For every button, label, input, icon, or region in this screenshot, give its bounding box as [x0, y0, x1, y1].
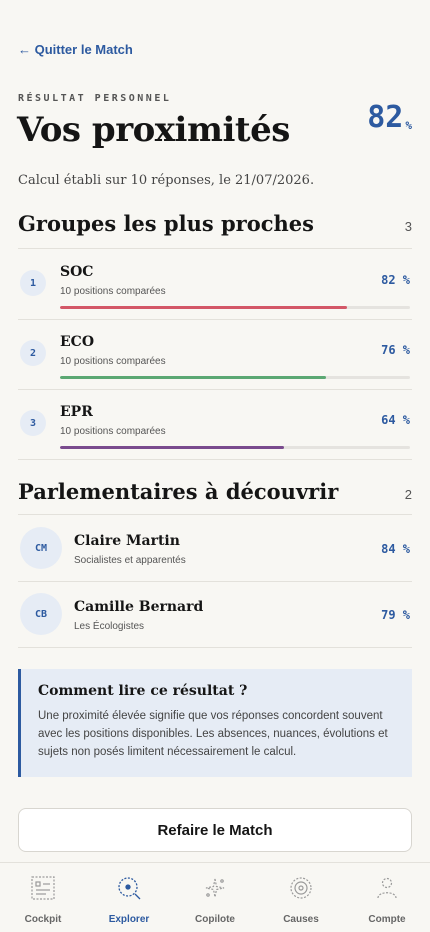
explorer-icon [116, 875, 142, 906]
avatar: CM [20, 527, 62, 569]
quit-match-link[interactable]: ← Quitter le Match [18, 42, 133, 57]
tab-label: Compte [368, 914, 406, 925]
score-unit: % [405, 119, 412, 132]
tab-label: Causes [283, 914, 319, 925]
avatar: CB [20, 593, 62, 635]
tab-cockpit[interactable]: Cockpit [0, 863, 86, 925]
proximity-bar [60, 376, 410, 379]
proximity-bar [60, 306, 410, 309]
mp-proximity-percent: 79 % [381, 608, 410, 622]
tab-explorer[interactable]: Explorer [86, 863, 172, 925]
mp-group: Socialistes et apparentés [74, 555, 186, 566]
mps-count: 2 [404, 487, 412, 502]
proximity-bar-fill [60, 306, 347, 309]
bottom-tab-bar: Cockpit Explorer Copilote Causes Compte [0, 862, 430, 932]
info-body: Une proximité élevée signifie que vos ré… [38, 710, 388, 758]
group-positions-count: 10 positions comparées [60, 286, 166, 297]
causes-icon [288, 875, 314, 906]
result-kicker: RÉSULTAT PERSONNEL [18, 93, 172, 104]
group-positions-count: 10 positions comparées [60, 426, 166, 437]
mps-section-header: Parlementaires à découvrir 2 [18, 479, 412, 504]
tab-label: Copilote [195, 914, 235, 925]
proximity-bar-fill [60, 446, 284, 449]
mp-row-camille-bernard[interactable]: CB Camille Bernard Les Écologistes 79 % [18, 581, 412, 647]
proximity-bar [60, 446, 410, 449]
tab-copilote[interactable]: Copilote [172, 863, 258, 925]
redo-match-button[interactable]: Refaire le Match [18, 808, 412, 852]
tab-label: Explorer [108, 914, 150, 925]
group-proximity-percent: 76 % [381, 343, 410, 357]
score-value: 82 [367, 100, 404, 135]
groups-count: 3 [404, 219, 412, 234]
mps-heading: Parlementaires à découvrir [18, 479, 339, 504]
mp-name: Camille Bernard [74, 599, 204, 615]
group-row-eco[interactable]: 2 ECO 10 positions comparées 76 % [18, 328, 412, 398]
group-name: EPR [60, 404, 93, 420]
divider [18, 389, 412, 390]
tab-label: Cockpit [24, 914, 62, 925]
divider [18, 459, 412, 460]
proximity-bar-fill [60, 376, 326, 379]
group-name: SOC [60, 264, 94, 280]
mp-row-claire-martin[interactable]: CM Claire Martin Socialistes et apparent… [18, 515, 412, 581]
group-row-epr[interactable]: 3 EPR 10 positions comparées 64 % [18, 398, 412, 468]
match-result-page: ← Quitter le Match RÉSULTAT PERSONNEL Vo… [0, 0, 430, 862]
group-name: ECO [60, 334, 95, 350]
tab-compte[interactable]: Compte [344, 863, 430, 925]
divider [18, 647, 412, 648]
info-title: Comment lire ce résultat ? [38, 683, 248, 699]
calculation-note: Calcul établi sur 10 réponses, le 21/07/… [18, 173, 315, 188]
divider [18, 319, 412, 320]
rank-badge: 3 [20, 410, 46, 436]
group-proximity-percent: 82 % [381, 273, 410, 287]
tab-causes[interactable]: Causes [258, 863, 344, 925]
overall-score: 82 % [367, 100, 412, 136]
groups-section-header: Groupes les plus proches 3 [18, 211, 412, 236]
rank-badge: 2 [20, 340, 46, 366]
mp-name: Claire Martin [74, 533, 180, 549]
cockpit-icon [30, 875, 56, 906]
compte-icon [374, 875, 400, 906]
copilote-icon [202, 875, 228, 906]
group-proximity-percent: 64 % [381, 413, 410, 427]
rank-badge: 1 [20, 270, 46, 296]
mp-proximity-percent: 84 % [381, 542, 410, 556]
how-to-read-box: Comment lire ce résultat ? Une proximité… [18, 669, 412, 777]
divider [18, 248, 412, 249]
groups-heading: Groupes les plus proches [18, 211, 314, 236]
page-title: Vos proximités [17, 110, 290, 150]
mp-group: Les Écologistes [74, 621, 145, 632]
group-positions-count: 10 positions comparées [60, 356, 166, 367]
group-row-soc[interactable]: 1 SOC 10 positions comparées 82 % [18, 258, 412, 328]
